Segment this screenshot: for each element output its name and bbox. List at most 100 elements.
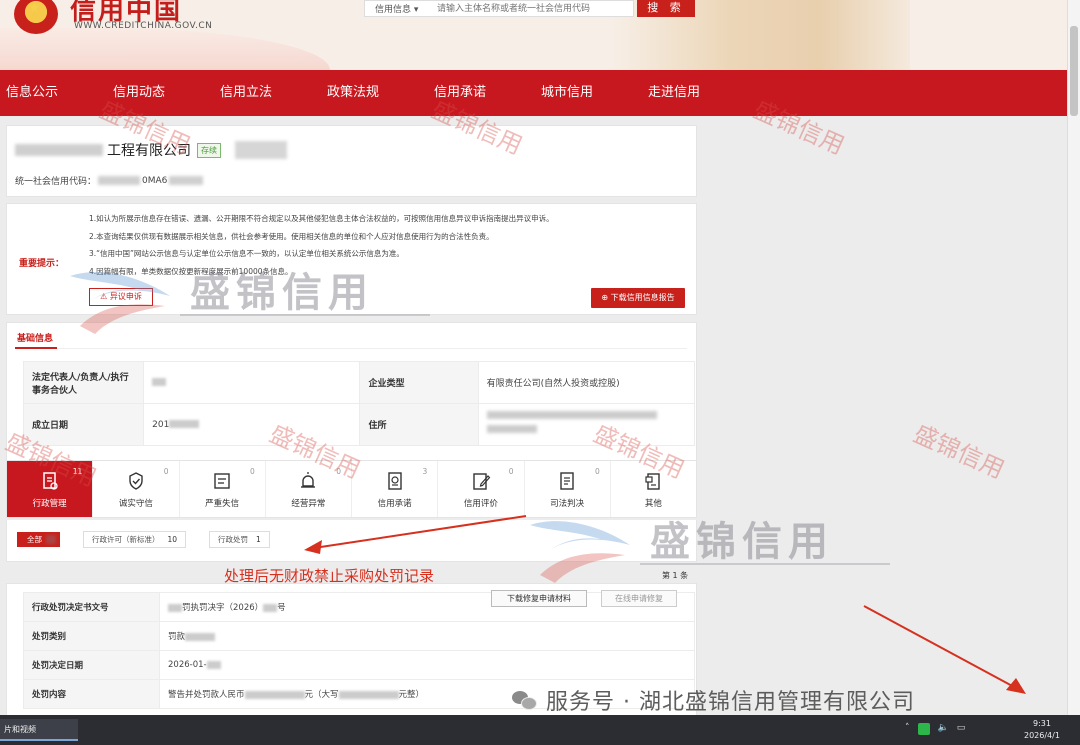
nav-item-policies[interactable]: 政策法规 xyxy=(321,70,428,116)
table-row: 法定代表人/负责人/执行事务合伙人 企业类型 有限责任公司(自然人投资或控股) xyxy=(22,361,696,404)
notice-item: 3.“信用中国”网站公示信息与认定单位公示信息不一致的，以认定单位相关系统公示信… xyxy=(89,249,404,258)
filter-chip-admin-penalty[interactable]: 行政处罚 1 xyxy=(209,531,270,548)
vertical-scrollbar[interactable] xyxy=(1067,0,1080,715)
annotation-text: 处理后无财政禁止采购处罚记录 xyxy=(224,567,435,585)
tab-label: 经营异常 xyxy=(291,499,326,509)
decision-number-label: 行政处罚决定书文号 xyxy=(23,592,160,622)
screenshot-page: 信用中国 WWW.CREDITCHINA.GOV.CN 信用信息 ▾ 搜 索 信… xyxy=(0,0,1080,745)
chevron-up-icon[interactable]: ˄ xyxy=(905,723,910,735)
redacted-value xyxy=(263,603,278,612)
redacted-value xyxy=(152,378,167,386)
nav-item-credit-news[interactable]: 信用动态 xyxy=(107,70,214,116)
tab-credit-evaluation[interactable]: 0 信用评价 xyxy=(438,461,525,517)
notice-list: 1.如认为所展示信息存在错误、遗漏、公开期限不符合规定以及其他侵犯信息主体合法权… xyxy=(89,210,689,280)
redacted-value xyxy=(169,420,200,428)
page-indicator: 第 1 条 xyxy=(662,571,689,580)
penalty-content-label: 处罚内容 xyxy=(23,679,160,709)
filter-all-button[interactable]: 全部 xyxy=(17,532,60,547)
evaluation-edit-icon xyxy=(473,473,491,490)
other-doc-icon xyxy=(645,473,661,490)
enterprise-type-label: 企业类型 xyxy=(359,361,479,404)
blacklist-icon xyxy=(214,473,230,489)
table-row: 处罚决定日期 2026-01- xyxy=(23,650,695,680)
redacted-value xyxy=(168,603,182,612)
account-caption: 服务号 · 湖北盛锦信用管理有限公司 xyxy=(512,684,915,716)
system-tray: ˄ 🔈 ▭ xyxy=(905,723,965,735)
tab-count: 0 xyxy=(508,467,514,476)
tab-label: 其他 xyxy=(644,499,662,509)
address-label: 住所 xyxy=(359,403,479,446)
basic-info-card: 基础信息 法定代表人/负责人/执行事务合伙人 企业类型 有限责任公司(自然人投资… xyxy=(6,322,697,462)
judgment-doc-icon xyxy=(560,472,574,490)
search-scope-select[interactable]: 信用信息 ▾ xyxy=(375,2,418,15)
header-swoosh-decoration xyxy=(0,28,330,70)
objection-button[interactable]: ⚠ 异议申诉 xyxy=(89,288,153,306)
tab-honesty[interactable]: 0 诚实守信 xyxy=(93,461,180,517)
redacted-value xyxy=(338,690,399,699)
notice-card: 重要提示： 1.如认为所展示信息存在错误、遗漏、公开期限不符合规定以及其他侵犯信… xyxy=(6,203,697,315)
filter-chip-admin-license[interactable]: 行政许可（新标准） 10 xyxy=(83,531,187,548)
download-report-button[interactable]: ⊕ 下载信用信息报告 xyxy=(591,288,685,308)
shield-check-icon xyxy=(129,472,143,490)
admin-doc-icon xyxy=(42,472,58,490)
download-repair-materials-button[interactable]: 下载修复申请材料 xyxy=(491,590,587,607)
tab-label: 严重失信 xyxy=(205,499,240,509)
search-button[interactable]: 搜 索 xyxy=(637,0,695,17)
redacted-company-prefix xyxy=(15,144,103,156)
nav-item-credit-commitment[interactable]: 信用承诺 xyxy=(428,70,535,116)
legal-rep-value xyxy=(143,361,361,404)
status-badge: 存续 xyxy=(197,142,221,158)
redacted-block xyxy=(235,141,287,159)
tab-admin-management[interactable]: 11 行政管理 xyxy=(7,461,94,517)
company-name: 工程有限公司 xyxy=(107,143,191,159)
taskbar-clock[interactable]: 9:31 2026/4/1 xyxy=(1024,718,1060,742)
tab-label: 行政管理 xyxy=(32,499,67,509)
ucc-row: 统一社会信用代码： 0MA6 xyxy=(15,174,205,187)
nav-item-credit-legislation[interactable]: 信用立法 xyxy=(214,70,321,116)
tab-count: 11 xyxy=(72,467,83,476)
watermark-underline xyxy=(640,563,890,565)
scrollbar-thumb[interactable] xyxy=(1070,26,1078,116)
redacted-value xyxy=(185,632,216,641)
redacted-value xyxy=(206,660,221,669)
decision-date-value: 2026-01- xyxy=(159,650,695,680)
tab-serious-dishonesty[interactable]: 0 严重失信 xyxy=(180,461,266,517)
clock-date: 2026/4/1 xyxy=(1024,731,1060,740)
redacted-value xyxy=(244,690,305,699)
caption-text: 服务号 · 湖北盛锦信用管理有限公司 xyxy=(546,690,915,715)
notice-item: 4.因篇幅有限，单类数据仅按更新程度展示前10000条信息。 xyxy=(89,266,293,276)
wechat-tray-icon[interactable] xyxy=(917,723,930,735)
volume-icon[interactable]: 🔈 xyxy=(938,723,949,735)
redacted-address xyxy=(486,410,657,419)
nav-item-city-credit[interactable]: 城市信用 xyxy=(535,70,642,116)
clock-time: 9:31 xyxy=(1032,719,1051,728)
download-icon: ⊕ xyxy=(601,293,609,302)
taskbar-photos-app[interactable]: 片和视频 xyxy=(0,719,78,741)
address-value xyxy=(477,403,696,446)
annotation-arrow-icon xyxy=(304,515,527,554)
tab-count: 0 xyxy=(336,467,341,476)
search-box[interactable]: 信用信息 ▾ xyxy=(364,0,634,17)
online-repair-button[interactable]: 在线申请修复 xyxy=(601,590,677,607)
tab-count: 0 xyxy=(249,467,255,476)
tab-credit-commitment[interactable]: 3 信用承诺 xyxy=(352,461,439,517)
company-name-row: 工程有限公司 存续 xyxy=(15,140,291,160)
tab-abnormal-operation[interactable]: 0 经营异常 xyxy=(266,461,352,517)
table-row: 处罚类别 罚款 xyxy=(23,621,695,651)
tab-judicial-judgment[interactable]: 0 司法判决 xyxy=(525,461,611,517)
tab-count: 0 xyxy=(163,467,169,476)
established-date-label: 成立日期 xyxy=(22,403,145,446)
ucc-label: 统一社会信用代码： xyxy=(15,177,97,187)
tab-other[interactable]: 其他 xyxy=(611,461,696,517)
nav-item-info-disclosure[interactable]: 信息公示 xyxy=(0,70,107,116)
basic-info-table: 法定代表人/负责人/执行事务合伙人 企业类型 有限责任公司(自然人投资或控股) … xyxy=(22,361,696,446)
notification-icon[interactable]: ▭ xyxy=(957,723,966,735)
notice-item: 2.本查询结果仅供现有数据展示相关信息，供社会参考使用。使用相关信息的单位和个人… xyxy=(89,231,494,241)
tab-label: 诚实守信 xyxy=(118,499,153,509)
search-input[interactable] xyxy=(437,1,627,16)
section-title: 基础信息 xyxy=(17,334,54,344)
redacted-address xyxy=(486,424,537,433)
nav-item-about[interactable]: 走进信用 xyxy=(642,70,749,116)
tab-label: 信用承诺 xyxy=(377,499,412,509)
site-header: 信用中国 WWW.CREDITCHINA.GOV.CN 信用信息 ▾ 搜 索 xyxy=(0,0,1080,70)
